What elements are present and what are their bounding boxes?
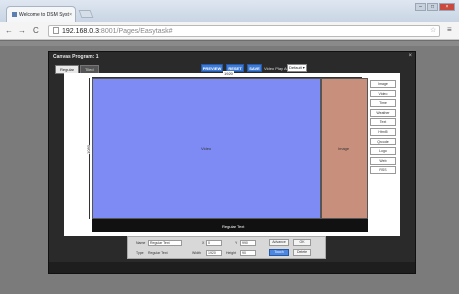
widget-menu: Image Video Time Weather Text Html5 Qrco…: [370, 80, 396, 175]
forward-icon[interactable]: →: [18, 26, 26, 35]
type-value: Regular Text: [148, 251, 168, 255]
add-logo-button[interactable]: Logo: [370, 147, 396, 155]
browser-tab[interactable]: Welcome to DSM Syst ×: [6, 6, 76, 22]
width-label: Width: [192, 251, 201, 255]
advance-button[interactable]: Advance: [269, 239, 289, 246]
width-ruler-label: 1920: [223, 71, 234, 76]
tab-close-icon[interactable]: ×: [69, 12, 72, 18]
name-input[interactable]: Regular Text: [148, 240, 182, 246]
x-input[interactable]: 0: [206, 240, 222, 246]
address-bar[interactable]: 192.168.0.3:8001/Pages/Easytask#: [48, 25, 440, 37]
window-controls: – □ ×: [415, 3, 455, 11]
tab-title: Welcome to DSM Syst: [19, 12, 69, 18]
height-ruler-label: 1080: [85, 145, 91, 154]
add-video-button[interactable]: Video: [370, 89, 396, 98]
browser-menu-icon[interactable]: ≡: [447, 25, 452, 34]
y-input[interactable]: 990: [240, 240, 256, 246]
add-web-button[interactable]: Web: [370, 156, 396, 165]
address-host: 192.168.0.3: [62, 28, 99, 35]
browser-tabstrip: Welcome to DSM Syst × – □ ×: [0, 0, 459, 22]
video-area-select[interactable]: Default ▾: [287, 64, 307, 72]
properties-panel: Name Regular Text X 0 Y 990 Advance OK T…: [127, 236, 326, 259]
x-label: X: [202, 241, 205, 245]
image-zone-label: Image: [338, 146, 350, 151]
address-path: :8001/Pages/Easytask#: [98, 28, 173, 35]
touch-button[interactable]: Touch: [269, 249, 289, 256]
maximize-button[interactable]: □: [427, 3, 438, 11]
dialog-close-icon[interactable]: ×: [408, 53, 412, 59]
regular-text-zone-label: Regular Text: [222, 224, 245, 229]
preview-button[interactable]: PREVIEW: [201, 64, 223, 72]
add-image-button[interactable]: Image: [370, 80, 396, 88]
favicon-icon: [12, 12, 17, 18]
back-icon[interactable]: ←: [5, 26, 13, 35]
browser-toolbar: ← → C 192.168.0.3:8001/Pages/Easytask# ☆…: [0, 22, 459, 40]
add-weather-button[interactable]: Weather: [370, 108, 396, 117]
video-zone-label: Video: [201, 146, 212, 151]
save-button[interactable]: SAVE: [247, 64, 262, 72]
minimize-button[interactable]: –: [415, 3, 426, 11]
add-qrcode-button[interactable]: Qrcode: [370, 137, 396, 146]
width-input[interactable]: 1920: [206, 250, 222, 256]
dialog-footer: [49, 262, 415, 273]
window-close-button[interactable]: ×: [439, 3, 455, 11]
page-header-strip: [0, 41, 459, 46]
ok-button[interactable]: OK: [293, 239, 311, 246]
dialog-title: Canvas Program: 1: [53, 54, 99, 60]
reload-icon[interactable]: C: [33, 26, 39, 35]
height-label: Height: [226, 251, 237, 255]
type-label: Type: [136, 251, 144, 255]
add-time-button[interactable]: Time: [370, 99, 396, 107]
add-html5-button[interactable]: Html5: [370, 127, 396, 136]
y-label: Y: [235, 241, 238, 245]
add-text-button[interactable]: Text: [370, 118, 396, 127]
bookmark-star-icon[interactable]: ☆: [430, 26, 436, 34]
add-rss-button[interactable]: RSS: [370, 166, 396, 175]
page-icon: [53, 27, 59, 34]
new-tab-button[interactable]: [78, 10, 94, 18]
height-input[interactable]: 90: [240, 250, 256, 256]
name-label: Name: [136, 241, 146, 245]
delete-button[interactable]: Delete: [293, 249, 311, 256]
